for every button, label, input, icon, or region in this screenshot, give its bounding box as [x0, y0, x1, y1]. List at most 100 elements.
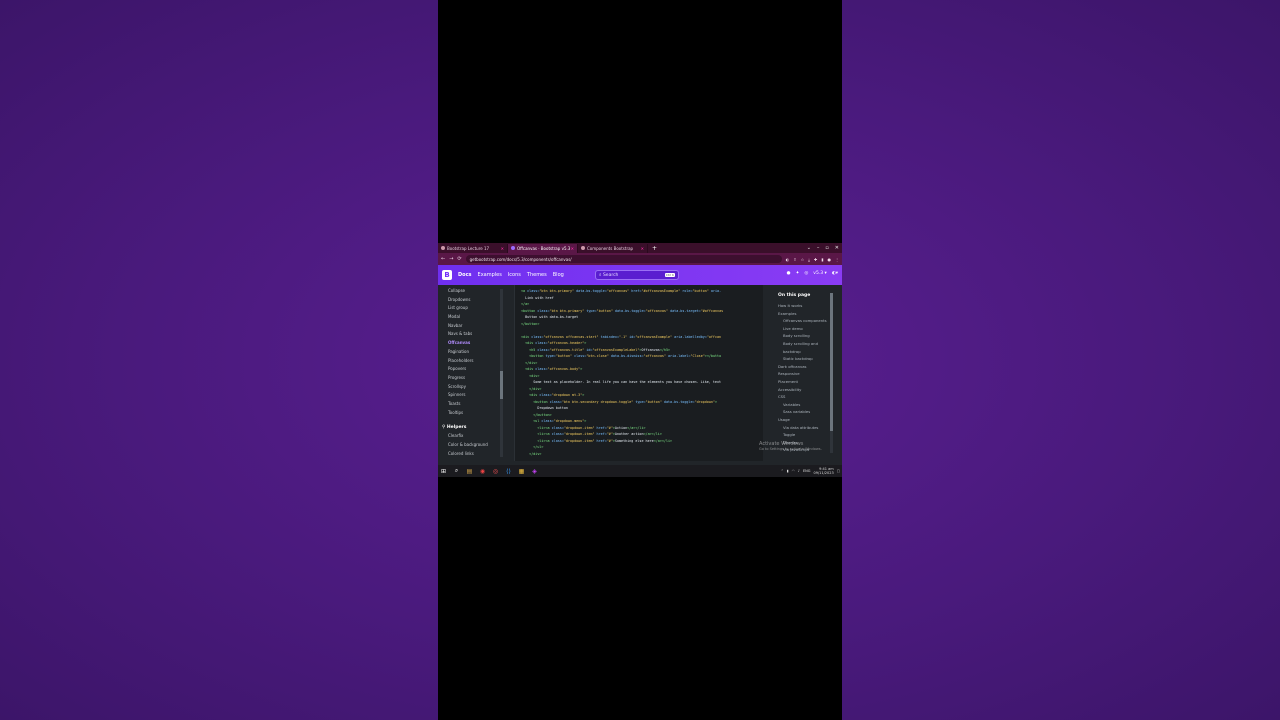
chevron-up-icon[interactable]: ⌃	[781, 469, 784, 473]
code-token: class=	[572, 354, 587, 358]
menu-icon[interactable]: ⋮	[835, 257, 839, 262]
sidebar-scrollbar[interactable]	[500, 289, 503, 457]
code-token: </button>	[521, 321, 540, 326]
sidebar-item-pagination[interactable]: Pagination	[438, 348, 508, 357]
bookmark-icon[interactable]: ☆	[801, 257, 805, 262]
sidebar-item-modal[interactable]: Modal	[438, 313, 508, 322]
close-icon[interactable]: ✕	[501, 246, 504, 251]
new-tab-icon[interactable]: +	[652, 245, 657, 252]
notification-icon[interactable]: ▢	[837, 469, 840, 473]
twitter-icon[interactable]: ✦	[796, 271, 800, 276]
theme-toggle-icon[interactable]: ◐▾	[832, 271, 838, 276]
sidebar-item-dropdowns[interactable]: Dropdowns	[438, 296, 508, 305]
share-icon[interactable]: ⇪	[793, 257, 796, 262]
github-icon[interactable]: ●	[787, 271, 791, 276]
extension-icon[interactable]: ◐	[786, 257, 790, 262]
app-icon[interactable]: ◎	[492, 468, 499, 475]
sidebar-item-placeholders[interactable]: Placeholders	[438, 357, 508, 366]
nav-link-themes[interactable]: Themes	[527, 272, 547, 278]
clock[interactable]: 9:41 am 09/11/2023	[814, 467, 834, 475]
code-token: "dropdown mt-3"	[551, 393, 583, 397]
sidebar-item-tooltips[interactable]: Tooltips	[438, 409, 508, 418]
sidebar-item-list-group[interactable]: List group	[438, 304, 508, 313]
toc-scrollbar-thumb[interactable]	[830, 293, 833, 431]
toc-scrollbar[interactable]	[830, 293, 833, 453]
code-token: </a></li>	[627, 425, 646, 430]
code-lines: <a class="btn btn-primary" data-bs-toggl…	[515, 285, 763, 457]
sidebar-item-collapse[interactable]: Collapse	[438, 287, 508, 296]
code-token: data-bs-dismiss=	[608, 354, 644, 358]
code-token: ></butto	[704, 354, 722, 358]
code-token: "dropdown-item"	[563, 438, 595, 443]
volume-icon[interactable]: ♪	[798, 469, 800, 473]
back-icon[interactable]: ←	[441, 256, 445, 262]
nav-link-examples[interactable]: Examples	[478, 272, 502, 278]
code-token: class=	[535, 341, 548, 345]
code-token: "btn btn-secondary dropdown-toggle"	[561, 399, 634, 404]
opencollective-icon[interactable]: ◎	[804, 271, 808, 276]
browser-icon[interactable]: ◈	[531, 468, 538, 475]
sidebar-icon[interactable]: ▮	[821, 257, 823, 262]
close-icon[interactable]: ✕	[571, 246, 574, 251]
search-input[interactable]: ⌕ Search Ctrl K	[595, 270, 679, 280]
code-token: Some text as placeholder. In real life y…	[521, 380, 722, 384]
code-token: class=	[539, 393, 552, 397]
chevron-down-icon[interactable]: ⌄	[807, 245, 811, 251]
close-window-icon[interactable]: ✕	[835, 245, 839, 251]
sidebar-item-scrollspy[interactable]: Scrollspy	[438, 383, 508, 392]
sidebar-item-color-background[interactable]: Color & background	[438, 441, 508, 450]
nav-link-blog[interactable]: Blog	[553, 272, 564, 278]
code-token: </div>	[521, 386, 542, 391]
sidebar-item-offcanvas[interactable]: Offcanvas	[438, 339, 508, 348]
code-token: class=	[531, 334, 544, 339]
sidebar-item-progress[interactable]: Progress	[438, 374, 508, 383]
nav-link-docs[interactable]: Docs	[458, 272, 472, 278]
folder-icon[interactable]: ▦	[518, 468, 525, 475]
sidebar-scrollbar-thumb[interactable]	[500, 371, 503, 399]
reload-icon[interactable]: ⟳	[457, 256, 461, 262]
profile-icon[interactable]: ●	[828, 257, 832, 262]
code-token: "dropdown-menu"	[553, 419, 585, 423]
address-bar: ← → ⟳ getbootstrap.com/docs/5.3/componen…	[438, 253, 842, 265]
close-icon[interactable]: ✕	[641, 246, 644, 251]
search-icon[interactable]: ⌕	[453, 467, 460, 475]
url-input[interactable]: getbootstrap.com/docs/5.3/components/off…	[465, 255, 782, 263]
code-token: "dropdown-item"	[563, 432, 595, 436]
sidebar-group-helpers[interactable]: ⚲ Helpers	[438, 423, 508, 432]
code-token: "button"	[555, 354, 573, 358]
browser-tab[interactable]: Bootstrap Lecture 17 ✕	[438, 243, 508, 253]
code-line: </div>	[521, 451, 763, 458]
code-token: </a>	[521, 302, 530, 306]
sidebar-item-navs-tabs[interactable]: Navs & tabs	[438, 330, 508, 339]
file-explorer-icon[interactable]: ▤	[466, 468, 473, 475]
code-token: class=	[551, 425, 564, 430]
sidebar-item-spinners[interactable]: Spinners	[438, 391, 508, 400]
sidebar-item-clearfix[interactable]: Clearfix	[438, 432, 508, 441]
sidebar-item-toasts[interactable]: Toasts	[438, 400, 508, 409]
browser-tab-bar: Bootstrap Lecture 17 ✕ Offcanvas · Boots…	[438, 243, 842, 253]
code-token: >	[582, 393, 585, 397]
maximize-icon[interactable]: ▫	[825, 245, 828, 251]
language-icon[interactable]: ENG	[803, 469, 811, 473]
wifi-icon[interactable]: ◠	[792, 469, 795, 473]
windows-start-icon[interactable]: ⊞	[440, 468, 447, 475]
battery-icon[interactable]: ▮	[787, 469, 789, 473]
code-token: class=	[551, 438, 564, 443]
chrome-icon[interactable]: ◉	[479, 468, 486, 475]
nav-link-icons[interactable]: Icons	[508, 272, 521, 278]
code-token: type=	[584, 308, 597, 313]
code-token: <h5	[521, 347, 538, 352]
version-dropdown[interactable]: v5.3 ▾	[813, 271, 827, 276]
browser-tab[interactable]: Components Bootstrap ✕	[578, 243, 648, 253]
browser-tab-active[interactable]: Offcanvas · Bootstrap v5.3 ✕	[508, 243, 578, 253]
vscode-icon[interactable]: ⟨⟩	[505, 468, 512, 475]
code-token: >	[580, 367, 583, 371]
minimize-icon[interactable]: –	[817, 245, 820, 251]
puzzle-icon[interactable]: ✚	[814, 257, 817, 262]
sidebar-item-colored-links[interactable]: Colored links	[438, 450, 508, 459]
forward-icon[interactable]: →	[449, 256, 453, 262]
sidebar-item-popovers[interactable]: Popovers	[438, 365, 508, 374]
download-icon[interactable]: ⤓	[808, 257, 810, 262]
sidebar-item-navbar[interactable]: Navbar	[438, 322, 508, 331]
bootstrap-logo[interactable]: B	[442, 270, 452, 280]
